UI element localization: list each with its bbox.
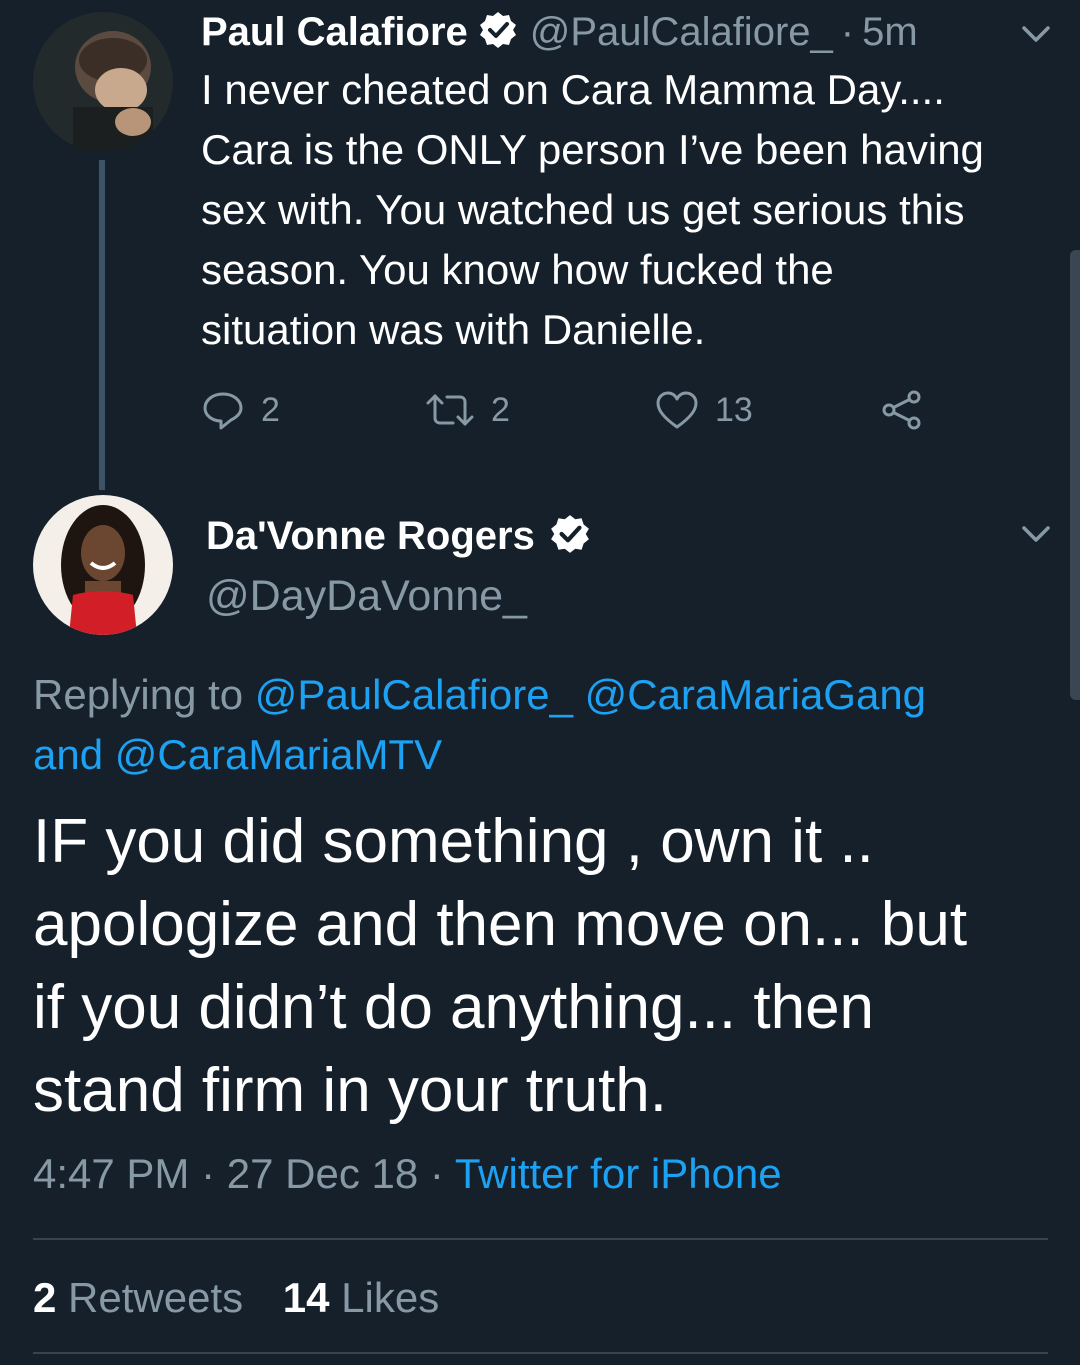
verified-badge-icon: [549, 513, 591, 560]
and-label[interactable]: and: [33, 731, 103, 778]
share-button[interactable]: [880, 388, 940, 432]
replying-to-label: Replying to: [33, 671, 244, 718]
likes-label: Likes: [341, 1274, 440, 1321]
scrollbar[interactable]: [1070, 250, 1080, 700]
like-count: 13: [715, 390, 753, 429]
parent-text-line: sex with. You watched us get serious thi…: [201, 186, 965, 233]
retweets-label: Retweets: [68, 1274, 244, 1321]
tweet-source-link[interactable]: Twitter for iPhone: [455, 1150, 782, 1197]
parent-tweet-header: Paul Calafiore @PaulCalafiore_ · 5m: [201, 6, 918, 58]
parent-text-line: situation was with Danielle.: [201, 306, 706, 353]
parent-time-ago[interactable]: 5m: [862, 10, 918, 55]
parent-author-name[interactable]: Paul Calafiore: [201, 10, 468, 55]
likes-stat[interactable]: 14 Likes: [283, 1274, 439, 1321]
main-text-line: if you didn’t do anything... then: [33, 973, 875, 1042]
retweet-count: 2: [491, 390, 510, 429]
davonne-avatar[interactable]: [33, 495, 173, 635]
main-author-name[interactable]: Da'Vonne Rogers: [206, 514, 535, 559]
chevron-down-icon[interactable]: [1018, 520, 1054, 548]
paul-avatar[interactable]: [33, 12, 173, 152]
main-handle[interactable]: @DayDaVonne_: [206, 572, 527, 621]
divider: [33, 1238, 1048, 1240]
retweet-button[interactable]: 2: [425, 388, 510, 432]
parent-text-line: Cara is the ONLY person I’ve been having: [201, 126, 984, 173]
share-icon: [882, 390, 921, 430]
verified-badge-icon: [478, 10, 518, 55]
retweets-stat[interactable]: 2 Retweets: [33, 1274, 243, 1321]
main-tweet-header: Da'Vonne Rogers: [206, 510, 591, 562]
davonne-avatar-image: [33, 495, 173, 635]
main-text-line: stand firm in your truth.: [33, 1056, 668, 1125]
chevron-down-icon[interactable]: [1018, 20, 1054, 48]
meta-separator: ·: [201, 1150, 216, 1197]
parent-tweet-text: I never cheated on Cara Mamma Day.... Ca…: [201, 60, 1061, 360]
like-icon: [656, 391, 698, 429]
main-tweet-text: IF you did something , own it .. apologi…: [33, 800, 1063, 1132]
paul-avatar-image: [33, 12, 173, 152]
retweet-icon: [426, 394, 474, 426]
tweet-time: 4:47 PM: [33, 1150, 190, 1197]
retweets-count: 2: [33, 1274, 57, 1321]
divider: [33, 1352, 1048, 1354]
mention-link[interactable]: @CaraMariaGang: [585, 671, 926, 718]
reply-button[interactable]: 2: [201, 388, 280, 432]
reply-count: 2: [261, 390, 280, 429]
tweet-stats: 2 Retweets 14 Likes: [33, 1274, 439, 1322]
mention-link[interactable]: @CaraMariaMTV: [115, 731, 442, 778]
tweet-meta: 4:47 PM · 27 Dec 18 · Twitter for iPhone: [33, 1150, 782, 1198]
thread-line: [99, 160, 105, 490]
meta-separator: ·: [429, 1150, 444, 1197]
tweet-date: 27 Dec 18: [226, 1150, 419, 1197]
replying-to: Replying to @PaulCalafiore_ @CaraMariaGa…: [33, 665, 1043, 785]
likes-count: 14: [282, 1274, 330, 1321]
parent-text-line: I never cheated on Cara Mamma Day....: [201, 66, 945, 113]
parent-separator: ·: [840, 9, 855, 54]
reply-icon: [203, 392, 243, 430]
parent-handle[interactable]: @PaulCalafiore_: [530, 10, 833, 55]
like-button[interactable]: 13: [655, 388, 753, 432]
parent-text-line: season. You know how fucked the: [201, 246, 834, 293]
main-text-line: IF you did something , own it ..: [33, 807, 874, 876]
main-text-line: apologize and then move on... but: [33, 890, 968, 959]
mention-link[interactable]: @PaulCalafiore_: [255, 671, 573, 718]
